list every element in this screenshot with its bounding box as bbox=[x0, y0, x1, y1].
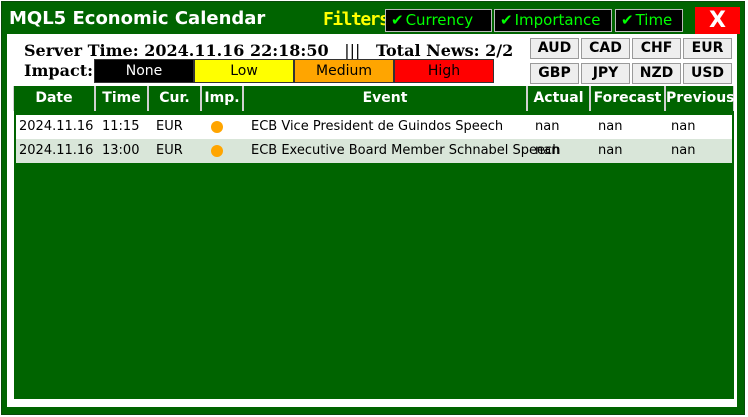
total-news-label: Total News: bbox=[375, 41, 480, 60]
cell-time: 11:15 bbox=[102, 119, 140, 134]
header-importance[interactable]: Imp. bbox=[201, 86, 243, 111]
header-previous[interactable]: Previous bbox=[665, 86, 735, 111]
header-actual[interactable]: Actual bbox=[527, 86, 590, 111]
header-date[interactable]: Date bbox=[13, 86, 95, 111]
cell-forecast: nan bbox=[598, 119, 623, 134]
window-title: MQL5 Economic Calendar bbox=[9, 8, 266, 29]
server-info: Server Time: 2024.11.16 22:18:50 ||| Tot… bbox=[24, 41, 513, 60]
filter-currency-label: Currency bbox=[405, 11, 474, 29]
currency-aud-button[interactable]: AUD bbox=[530, 38, 579, 59]
cell-date: 2024.11.16 bbox=[19, 143, 94, 158]
cell-previous: nan bbox=[671, 143, 696, 158]
table-row[interactable]: 2024.11.16 11:15 EUR ECB Vice President … bbox=[16, 115, 732, 139]
cell-time: 13:00 bbox=[102, 143, 140, 158]
check-icon: ✔ bbox=[500, 11, 513, 29]
cell-actual: nan bbox=[535, 143, 560, 158]
filter-importance-button[interactable]: ✔ Importance bbox=[494, 9, 612, 32]
cell-currency: EUR bbox=[156, 143, 183, 158]
importance-medium-icon bbox=[211, 121, 223, 133]
impact-high-button[interactable]: High bbox=[394, 59, 494, 83]
impact-low-button[interactable]: Low bbox=[194, 59, 294, 83]
currency-jpy-button[interactable]: JPY bbox=[581, 63, 630, 84]
cell-event: ECB Vice President de Guindos Speech bbox=[251, 119, 504, 134]
header-forecast[interactable]: Forecast bbox=[590, 86, 665, 111]
filter-time-label: Time bbox=[635, 11, 673, 29]
currency-eur-button[interactable]: EUR bbox=[683, 38, 732, 59]
server-time-value: 2024.11.16 22:18:50 bbox=[144, 41, 329, 60]
currency-nzd-button[interactable]: NZD bbox=[632, 63, 681, 84]
cell-previous: nan bbox=[671, 119, 696, 134]
header-currency[interactable]: Cur. bbox=[148, 86, 201, 111]
cell-event: ECB Executive Board Member Schnabel Spee… bbox=[251, 143, 561, 158]
check-icon: ✔ bbox=[391, 11, 404, 29]
impact-label: Impact: bbox=[24, 61, 94, 80]
impact-medium-button[interactable]: Medium bbox=[294, 59, 394, 83]
currency-usd-button[interactable]: USD bbox=[683, 63, 732, 84]
close-button[interactable]: X bbox=[695, 7, 740, 34]
currency-gbp-button[interactable]: GBP bbox=[530, 63, 579, 84]
currency-cad-button[interactable]: CAD bbox=[581, 38, 630, 59]
filter-currency-button[interactable]: ✔ Currency bbox=[385, 9, 492, 32]
header-event[interactable]: Event bbox=[243, 86, 527, 111]
header-time[interactable]: Time bbox=[95, 86, 148, 111]
cell-actual: nan bbox=[535, 119, 560, 134]
filter-importance-label: Importance bbox=[514, 11, 601, 29]
server-time-label: Server Time: bbox=[24, 41, 139, 60]
total-news-value: 2/2 bbox=[485, 41, 514, 60]
table-row[interactable]: 2024.11.16 13:00 EUR ECB Executive Board… bbox=[16, 139, 732, 163]
currency-chf-button[interactable]: CHF bbox=[632, 38, 681, 59]
cell-currency: EUR bbox=[156, 119, 183, 134]
impact-none-button[interactable]: None bbox=[94, 59, 194, 83]
separator: ||| bbox=[344, 41, 361, 60]
importance-medium-icon bbox=[211, 145, 223, 157]
cell-date: 2024.11.16 bbox=[19, 119, 94, 134]
check-icon: ✔ bbox=[621, 11, 634, 29]
cell-forecast: nan bbox=[598, 143, 623, 158]
filter-time-button[interactable]: ✔ Time bbox=[615, 9, 683, 32]
